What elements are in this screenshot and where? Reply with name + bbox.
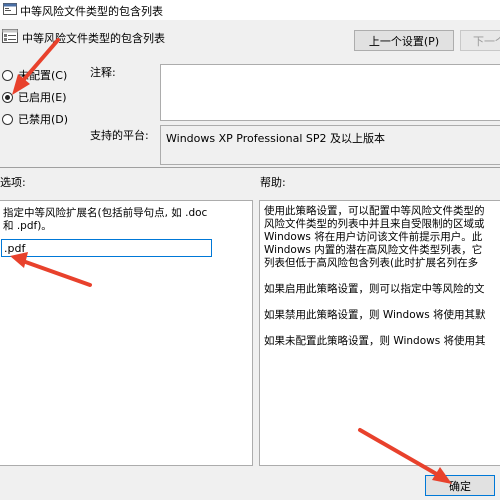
options-description-line2: 和 .pdf)。 [3,220,52,232]
radio-circle[interactable] [2,113,13,125]
help-panel: 使用此策略设置，可以配置中等风险文件类型的 风险文件类型的列表中并且来自受限制的… [259,200,500,466]
comment-textarea[interactable] [160,64,500,121]
options-panel: 指定中等风险扩展名(包括前导句点, 如 .doc 和 .pdf)。 [0,200,253,466]
help-paragraph-4: 如果未配置此策略设置，则 Windows 将使用其 [264,335,486,347]
window-title: 中等风险文件类型的包含列表 [20,5,163,18]
policy-title: 中等风险文件类型的包含列表 [22,32,165,45]
radio-circle[interactable] [2,91,13,103]
help-paragraph-3: 如果禁用此策略设置，则 Windows 将使用其默 [264,309,486,321]
section-divider [0,167,500,168]
radio-not-configured[interactable]: 未配置(C) [2,67,67,83]
policy-setting-icon [2,29,18,43]
supported-platform-label: 支持的平台: [90,129,149,142]
extensions-input[interactable] [1,239,212,257]
comment-label: 注释: [90,66,116,79]
help-label: 帮助: [260,176,286,189]
help-paragraph-1: 使用此策略设置，可以配置中等风险文件类型的 风险文件类型的列表中并且来自受限制的… [264,205,485,269]
help-paragraph-2: 如果启用此策略设置，则可以指定中等风险的文 [264,283,485,295]
options-description-line1: 指定中等风险扩展名(包括前导句点, 如 .doc [3,207,208,219]
radio-circle[interactable] [2,69,13,81]
next-setting-button[interactable]: 下一个 [460,30,500,51]
radio-disabled[interactable]: 已禁用(D) [2,111,68,127]
policy-window-icon [3,3,17,15]
supported-platform-value: Windows XP Professional SP2 及以上版本 [166,132,385,145]
previous-setting-button[interactable]: 上一个设置(P) [354,30,454,51]
radio-label: 已禁用(D) [18,113,69,126]
ok-button[interactable]: 确定 [425,475,495,496]
window-titlebar: 中等风险文件类型的包含列表 [0,0,500,20]
radio-label: 未配置(C) [18,69,68,82]
options-label: 选项: [0,176,26,189]
radio-label: 已启用(E) [18,91,67,104]
supported-platform-box: Windows XP Professional SP2 及以上版本 [160,125,500,165]
radio-enabled[interactable]: 已启用(E) [2,89,67,105]
